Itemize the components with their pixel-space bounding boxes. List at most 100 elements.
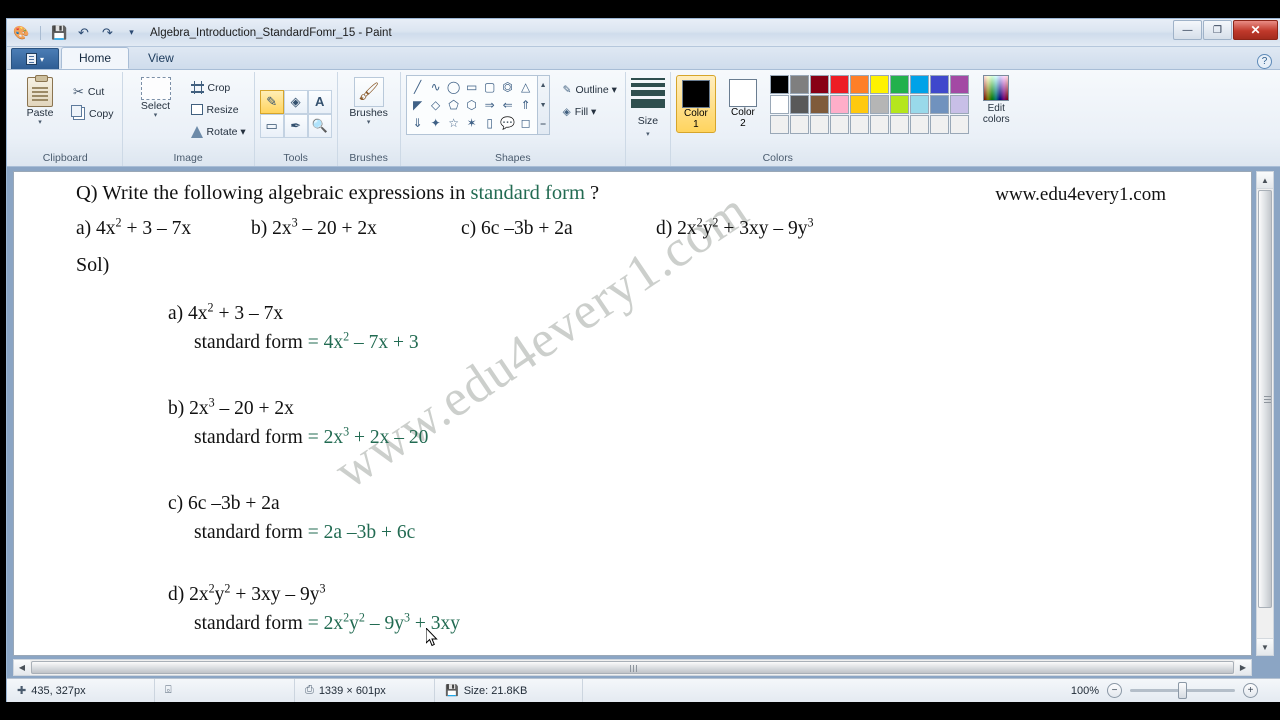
minimize-button[interactable]: — bbox=[1173, 20, 1202, 40]
palette-swatch-0-2[interactable] bbox=[809, 75, 829, 94]
shape-right-triangle[interactable]: ◤ bbox=[409, 96, 427, 114]
shape-rectangle[interactable]: ▭ bbox=[463, 78, 481, 96]
shape-line[interactable]: ╱ bbox=[409, 78, 427, 96]
tab-home[interactable]: Home bbox=[61, 47, 130, 69]
chevron-down-icon[interactable]: ▾ bbox=[367, 119, 371, 126]
scroll-right-icon[interactable]: ▶ bbox=[1235, 660, 1251, 675]
close-button[interactable]: ✕ bbox=[1233, 20, 1278, 40]
palette-swatch-2-9[interactable] bbox=[949, 115, 969, 134]
chevron-down-icon[interactable]: ▾ bbox=[646, 131, 650, 138]
text-icon[interactable]: A bbox=[307, 89, 332, 114]
palette-swatch-2-3[interactable] bbox=[829, 115, 849, 134]
redo-icon[interactable]: ↷ bbox=[99, 24, 116, 41]
palette-swatch-1-5[interactable] bbox=[869, 95, 889, 114]
shape-rounded-callout[interactable]: 💬 bbox=[499, 114, 517, 132]
palette-swatch-1-8[interactable] bbox=[929, 95, 949, 114]
select-button[interactable]: Select ▾ bbox=[128, 75, 184, 119]
horizontal-scroll-thumb[interactable] bbox=[31, 661, 1234, 674]
palette-swatch-1-3[interactable] bbox=[829, 95, 849, 114]
customize-quick-access-icon[interactable]: ▾ bbox=[123, 24, 140, 41]
palette-swatch-2-2[interactable] bbox=[809, 115, 829, 134]
shape-curve[interactable]: ∿ bbox=[427, 78, 445, 96]
shape-polygon[interactable]: ⏣ bbox=[499, 78, 517, 96]
scroll-up-icon[interactable]: ▲ bbox=[1257, 172, 1273, 189]
fill-button[interactable]: ◈ Fill ▾ bbox=[560, 101, 620, 122]
shape-rounded-rectangle[interactable]: ▢ bbox=[481, 78, 499, 96]
eraser-icon[interactable]: ▭ bbox=[259, 113, 284, 138]
outline-button[interactable]: ✎ Outline ▾ bbox=[560, 79, 620, 100]
palette-swatch-0-5[interactable] bbox=[869, 75, 889, 94]
palette-swatch-2-4[interactable] bbox=[849, 115, 869, 134]
edit-colors-button[interactable]: Edit colors bbox=[983, 75, 1010, 125]
palette-swatch-0-3[interactable] bbox=[829, 75, 849, 94]
paint-icon[interactable]: 🎨 bbox=[13, 24, 30, 41]
palette-swatch-2-5[interactable] bbox=[869, 115, 889, 134]
shape-pentagon[interactable]: ⬠ bbox=[445, 96, 463, 114]
palette-swatch-2-1[interactable] bbox=[789, 115, 809, 134]
restore-button[interactable]: ❐ bbox=[1203, 20, 1232, 40]
palette-swatch-2-8[interactable] bbox=[929, 115, 949, 134]
pencil-icon[interactable]: ✎ bbox=[259, 89, 284, 114]
crop-button[interactable]: Crop bbox=[188, 77, 249, 98]
palette-swatch-1-0[interactable] bbox=[769, 95, 789, 114]
shapes-scrollbar[interactable]: ▲ ▼ ═ bbox=[537, 75, 550, 135]
palette-swatch-1-6[interactable] bbox=[889, 95, 909, 114]
shape-oval[interactable]: ◯ bbox=[445, 78, 463, 96]
palette-swatch-1-7[interactable] bbox=[909, 95, 929, 114]
zoom-slider-thumb[interactable] bbox=[1178, 682, 1187, 699]
file-menu-button[interactable]: ▾ bbox=[11, 48, 59, 69]
color1-button[interactable]: Color 1 bbox=[675, 75, 716, 133]
palette-swatch-0-1[interactable] bbox=[789, 75, 809, 94]
palette-swatch-1-2[interactable] bbox=[809, 95, 829, 114]
palette-swatch-0-6[interactable] bbox=[889, 75, 909, 94]
shapes-scroll-down-icon[interactable]: ▼ bbox=[538, 96, 549, 115]
palette-swatch-1-1[interactable] bbox=[789, 95, 809, 114]
palette-swatch-1-9[interactable] bbox=[949, 95, 969, 114]
shapes-expand-icon[interactable]: ═ bbox=[538, 115, 549, 134]
zoom-out-button[interactable]: − bbox=[1107, 683, 1122, 698]
shapes-scroll-up-icon[interactable]: ▲ bbox=[538, 76, 549, 95]
copy-button[interactable]: Copy bbox=[70, 103, 117, 124]
save-icon[interactable]: 💾 bbox=[51, 24, 68, 41]
shape-right-arrow[interactable]: ⇒ bbox=[481, 96, 499, 114]
palette-swatch-0-7[interactable] bbox=[909, 75, 929, 94]
shape-down-arrow[interactable]: ⇓ bbox=[409, 114, 427, 132]
shape-four-point-star[interactable]: ✦ bbox=[427, 114, 445, 132]
vertical-scrollbar[interactable]: ▲ ▼ bbox=[1256, 171, 1274, 656]
color-palette[interactable] bbox=[769, 75, 969, 134]
palette-swatch-2-6[interactable] bbox=[889, 115, 909, 134]
shape-cloud-callout[interactable]: ◻ bbox=[517, 114, 535, 132]
chevron-down-icon[interactable]: ▾ bbox=[154, 112, 158, 119]
palette-swatch-1-4[interactable] bbox=[849, 95, 869, 114]
fill-icon[interactable]: ◈ bbox=[283, 89, 308, 114]
brushes-button[interactable]: 🖌 Brushes ▾ bbox=[343, 75, 395, 126]
resize-button[interactable]: Resize bbox=[188, 99, 249, 120]
rotate-button[interactable]: Rotate ▾ bbox=[188, 121, 249, 142]
shape-rect-callout[interactable]: ▯ bbox=[481, 114, 499, 132]
scroll-down-icon[interactable]: ▼ bbox=[1257, 638, 1273, 655]
shape-up-arrow[interactable]: ⇑ bbox=[517, 96, 535, 114]
shape-hexagon[interactable]: ⬡ bbox=[463, 96, 481, 114]
palette-swatch-2-7[interactable] bbox=[909, 115, 929, 134]
color2-button[interactable]: Color 2 bbox=[724, 75, 762, 131]
help-icon[interactable]: ? bbox=[1257, 54, 1272, 69]
scroll-left-icon[interactable]: ◀ bbox=[14, 660, 30, 675]
size-preview[interactable] bbox=[630, 75, 665, 108]
horizontal-scrollbar[interactable]: ◀ ▶ bbox=[13, 659, 1252, 676]
cut-button[interactable]: ✂ Cut bbox=[70, 81, 117, 102]
shape-diamond[interactable]: ◇ bbox=[427, 96, 445, 114]
shape-six-point-star[interactable]: ✶ bbox=[463, 114, 481, 132]
magnifier-icon[interactable]: 🔍 bbox=[307, 113, 332, 138]
chevron-down-icon[interactable]: ▾ bbox=[38, 119, 42, 126]
palette-swatch-0-0[interactable] bbox=[769, 75, 789, 94]
palette-swatch-2-0[interactable] bbox=[769, 115, 789, 134]
canvas[interactable]: www.edu4every1.com www.edu4every1.com Q)… bbox=[13, 171, 1252, 656]
vertical-scroll-thumb[interactable] bbox=[1258, 190, 1272, 608]
undo-icon[interactable]: ↶ bbox=[75, 24, 92, 41]
color-picker-icon[interactable]: ✒ bbox=[283, 113, 308, 138]
palette-swatch-0-8[interactable] bbox=[929, 75, 949, 94]
tab-view[interactable]: View bbox=[131, 47, 191, 69]
palette-swatch-0-9[interactable] bbox=[949, 75, 969, 94]
shape-five-point-star[interactable]: ☆ bbox=[445, 114, 463, 132]
palette-swatch-0-4[interactable] bbox=[849, 75, 869, 94]
